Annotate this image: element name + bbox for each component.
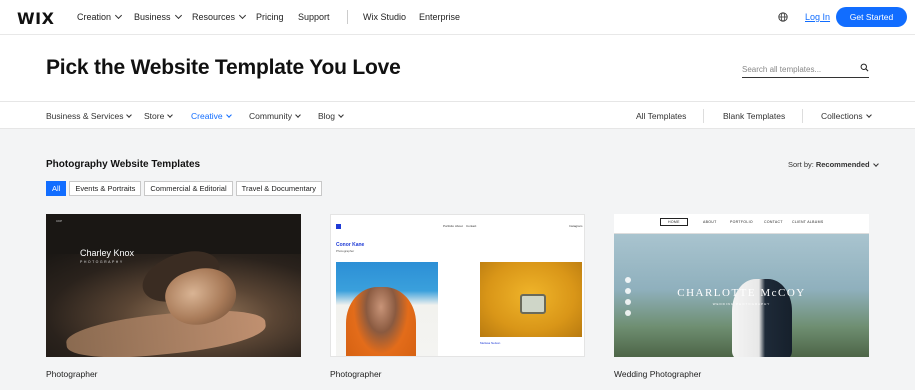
chevron-down-icon — [126, 112, 133, 118]
preview-menu-item: ABOUT — [703, 220, 717, 224]
category-label: Blog — [318, 111, 336, 121]
category-label: Store — [144, 111, 165, 121]
top-navigation: WIX Creation Business Resources Pricing … — [0, 0, 915, 35]
all-templates-label: All Templates — [636, 111, 687, 121]
chevron-down-icon — [865, 112, 872, 118]
template-card-charlotte-mccoy[interactable]: HOME ABOUT PORTFOLIO CONTACT CLIENT ALBU… — [614, 214, 869, 357]
preview-menu-item: About — [455, 224, 463, 228]
filter-commercial-editorial[interactable]: Commercial & Editorial — [144, 181, 233, 196]
preview-caption: Melissa Nelson — [480, 341, 501, 345]
nav-creation[interactable]: Creation — [77, 11, 123, 22]
nav-pricing-label: Pricing — [256, 12, 284, 22]
chevron-down-icon — [238, 11, 247, 20]
chevron-down-icon — [114, 11, 123, 20]
preview-person — [346, 287, 416, 356]
sort-label: Sort by: — [788, 160, 814, 169]
preview-subtitle: WEDDING PHOTOGRAPHY — [712, 302, 771, 306]
category-bar: Business & Services Store Creative Commu… — [0, 101, 915, 129]
nav-enterprise-label: Enterprise — [419, 12, 461, 22]
preview-menu-item: Portfolio — [443, 224, 455, 228]
preview-instagram: Instagram — [569, 224, 583, 228]
preview-name: Charley Knox — [80, 248, 135, 258]
category-creative[interactable]: Creative — [191, 111, 232, 121]
preview-portrait-image — [336, 262, 438, 356]
preview-brand: CKP — [56, 219, 63, 223]
category-divider — [802, 109, 803, 123]
section-title: Photography Website Templates — [46, 159, 201, 170]
preview-menu-item: CONTACT — [764, 220, 783, 224]
preview-name: Conor Kane — [336, 242, 365, 248]
chevron-down-icon — [872, 160, 879, 167]
chevron-down-icon — [174, 11, 182, 20]
page-title: Pick the Website Template You Love — [46, 56, 401, 79]
search-icon[interactable] — [860, 63, 869, 72]
preview-menu-item: PORTFOLIO — [730, 220, 753, 224]
collections-label: Collections — [821, 111, 863, 121]
slider-dot-icon — [625, 310, 631, 316]
template-label[interactable]: Photographer — [46, 369, 98, 379]
get-started-button[interactable]: Get Started — [836, 7, 907, 27]
nav-enterprise[interactable]: Enterprise — [419, 12, 460, 22]
blank-templates-link[interactable]: Blank Templates — [723, 111, 785, 121]
nav-divider — [347, 10, 348, 24]
nav-business-label: Business — [134, 12, 171, 22]
search-box — [742, 60, 869, 78]
preview-menu-item: CLIENT ALBUMS — [792, 220, 824, 224]
category-label: Business & Services — [46, 111, 124, 121]
filter-all[interactable]: All — [46, 181, 67, 196]
collections-menu[interactable]: Collections — [821, 111, 872, 121]
category-community[interactable]: Community — [249, 111, 301, 121]
template-label[interactable]: Photographer — [330, 369, 382, 379]
template-card-conor-kane[interactable]: Portfolio About Contact Instagram Conor … — [330, 214, 585, 357]
templates-section: Photography Website Templates Sort by: R… — [0, 129, 915, 390]
preview-subtitle: PHOTOGRAPHY — [80, 260, 124, 264]
preview-logo-square — [336, 224, 341, 229]
nav-resources-label: Resources — [192, 12, 236, 22]
category-divider — [703, 109, 704, 123]
category-label: Community — [249, 111, 292, 121]
wix-logo[interactable]: WIX — [17, 9, 54, 28]
template-label[interactable]: Wedding Photographer — [614, 369, 701, 379]
sort-value: Recommended — [815, 160, 870, 169]
template-card-charley-knox[interactable]: CKP Charley Knox PHOTOGRAPHY — [46, 214, 301, 357]
category-business-services[interactable]: Business & Services — [46, 111, 133, 121]
nav-business[interactable]: Business — [134, 11, 182, 22]
globe-icon[interactable] — [778, 12, 788, 22]
chevron-down-icon — [225, 112, 232, 118]
search-input[interactable] — [742, 62, 852, 76]
filter-chips: All Events & Portraits Commercial & Edit… — [46, 181, 322, 196]
blank-templates-label: Blank Templates — [723, 111, 786, 121]
preview-menu-item: Contact — [466, 224, 477, 228]
preview-menu-item: HOME — [660, 218, 688, 226]
nav-support-label: Support — [298, 12, 330, 22]
all-templates-link[interactable]: All Templates — [636, 111, 686, 121]
nav-creation-label: Creation — [77, 12, 112, 22]
nav-wix-studio-label: Wix Studio — [363, 12, 407, 22]
nav-wix-studio[interactable]: Wix Studio — [363, 12, 406, 22]
sort-dropdown[interactable]: Sort by: Recommended — [788, 160, 879, 169]
login-link[interactable]: Log In — [805, 12, 830, 22]
category-store[interactable]: Store — [144, 111, 174, 121]
slider-dot-icon — [625, 277, 631, 283]
category-blog[interactable]: Blog — [318, 111, 344, 121]
preview-title: CHARLOTTE McCOY — [677, 287, 806, 299]
preview-still-life-image — [480, 262, 582, 337]
preview-menu-bar: HOME ABOUT PORTFOLIO CONTACT CLIENT ALBU… — [614, 214, 869, 234]
nav-support[interactable]: Support — [298, 12, 330, 22]
chevron-down-icon — [338, 112, 344, 118]
preview-subtitle: Photographer — [336, 249, 355, 253]
category-label: Creative — [191, 111, 223, 121]
nav-resources[interactable]: Resources — [192, 11, 247, 22]
filter-travel-documentary[interactable]: Travel & Documentary — [235, 181, 322, 196]
chevron-down-icon — [167, 112, 174, 118]
nav-pricing[interactable]: Pricing — [256, 12, 284, 22]
filter-events-portraits[interactable]: Events & Portraits — [69, 181, 142, 196]
preview-tv — [520, 294, 546, 314]
chevron-down-icon — [295, 112, 301, 118]
